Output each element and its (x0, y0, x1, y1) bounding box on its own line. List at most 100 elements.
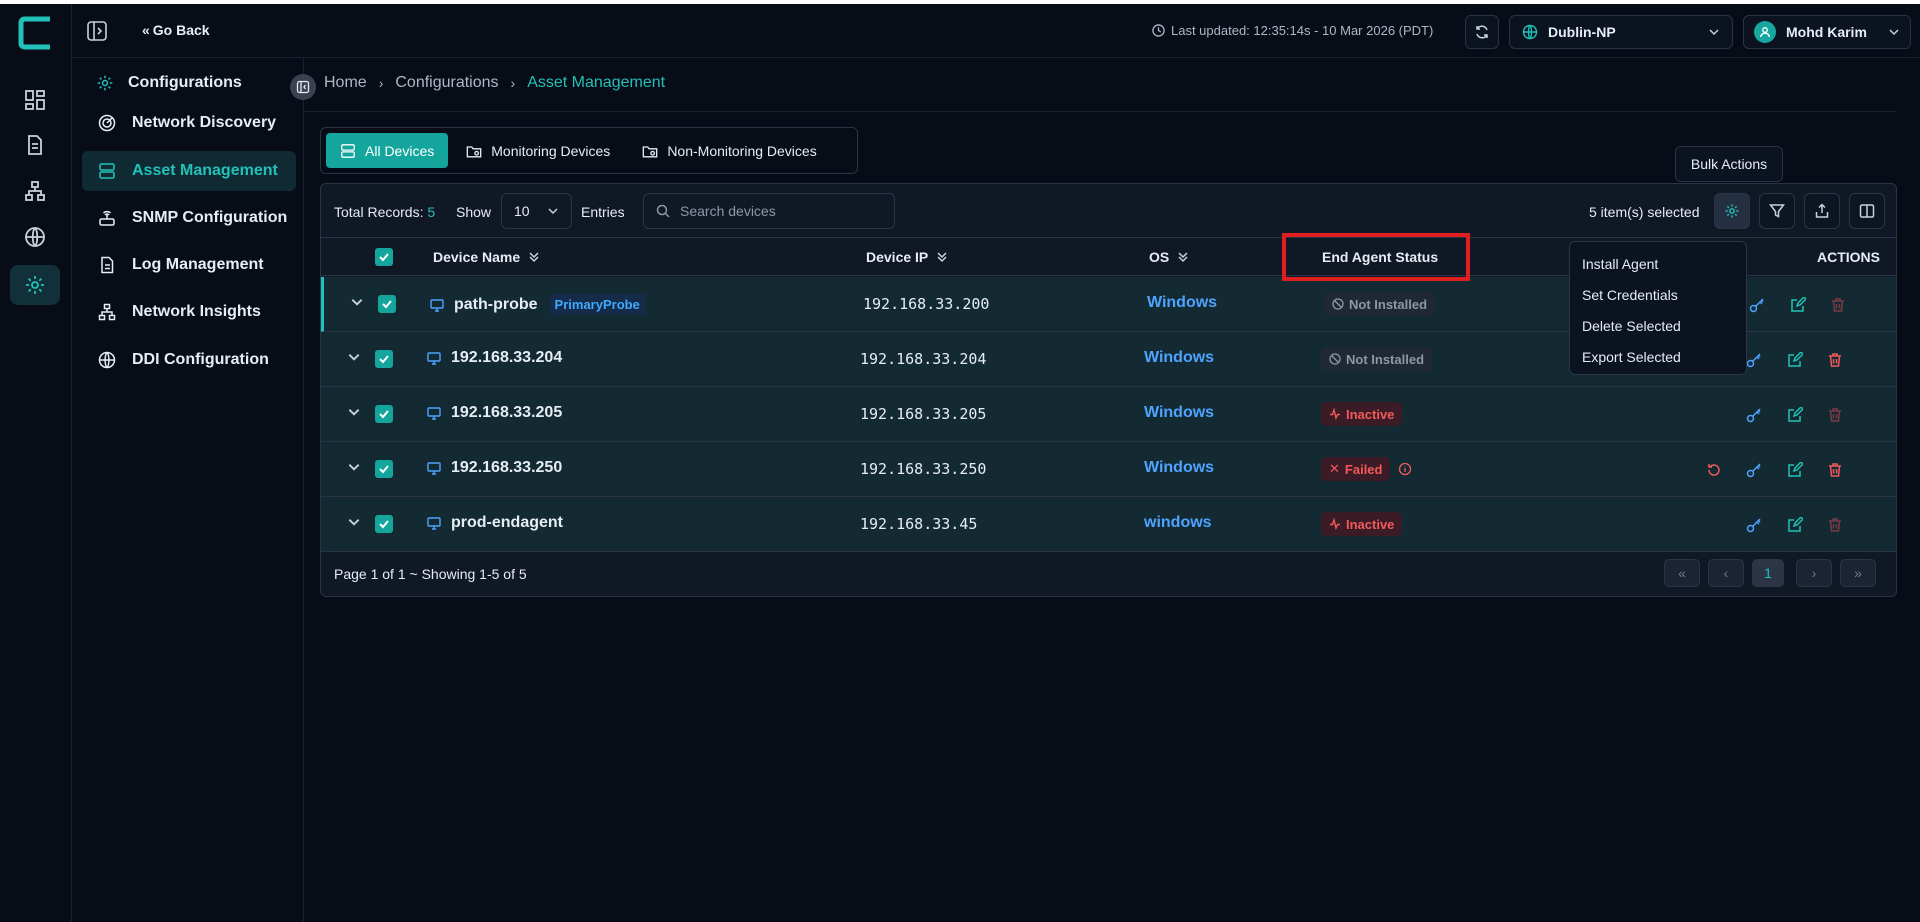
edit-icon[interactable] (1782, 347, 1808, 373)
table-row[interactable]: 192.168.33.250 192.168.33.250 Windows ✕ … (321, 442, 1896, 497)
chevron-down-icon[interactable] (347, 350, 361, 364)
document-icon[interactable] (10, 125, 60, 165)
ban-icon (1329, 353, 1341, 365)
next-page-button[interactable]: › (1796, 559, 1832, 587)
info-icon[interactable] (1398, 462, 1412, 476)
device-os[interactable]: Windows (1144, 349, 1214, 367)
column-label: ACTIONS (1817, 249, 1880, 265)
activity-icon (1330, 518, 1340, 530)
first-page-button[interactable]: « (1664, 559, 1700, 587)
table-row[interactable]: prod-endagent 192.168.33.45 windows Inac… (321, 497, 1896, 552)
table-footer: Page 1 of 1 ~ Showing 1-5 of 5 « ‹ 1 › » (321, 551, 1896, 596)
sidebar-collapse-icon (296, 80, 310, 94)
device-os[interactable]: windows (1144, 514, 1212, 532)
sidebar-item-log-management[interactable]: Log Management (82, 245, 296, 285)
network-topology-icon[interactable] (10, 171, 60, 211)
icon-rail (0, 4, 72, 922)
column-device-ip[interactable]: Device IP (866, 249, 948, 265)
chevron-down-icon[interactable] (350, 295, 364, 309)
edit-icon[interactable] (1782, 402, 1808, 428)
prev-page-button[interactable]: ‹ (1708, 559, 1744, 587)
row-checkbox[interactable] (375, 350, 393, 368)
delete-icon[interactable] (1822, 347, 1848, 373)
delete-icon[interactable] (1822, 402, 1848, 428)
bulk-actions-button[interactable] (1714, 193, 1750, 229)
page-number-button[interactable]: 1 (1752, 559, 1784, 587)
breadcrumb-home[interactable]: Home (324, 74, 367, 92)
device-os[interactable]: Windows (1144, 404, 1214, 422)
menu-item-delete-selected[interactable]: Delete Selected (1570, 310, 1746, 341)
go-back-link[interactable]: « Go Back (142, 22, 210, 38)
key-icon[interactable] (1741, 512, 1767, 538)
user-menu[interactable]: Mohd Karim (1743, 15, 1911, 49)
refresh-button[interactable] (1465, 15, 1499, 49)
device-ip: 192.168.33.45 (860, 515, 978, 533)
menu-item-export-selected[interactable]: Export Selected (1570, 341, 1746, 372)
breadcrumb-configurations[interactable]: Configurations (395, 74, 498, 92)
key-icon[interactable] (1741, 457, 1767, 483)
router-icon (99, 210, 115, 226)
entries-per-page-select[interactable]: 10 (501, 193, 572, 229)
edit-icon[interactable] (1782, 512, 1808, 538)
device-os[interactable]: Windows (1147, 294, 1217, 312)
column-os[interactable]: OS (1149, 249, 1189, 265)
filter-button[interactable] (1759, 193, 1795, 229)
check-icon (379, 253, 389, 262)
key-icon[interactable] (1744, 292, 1770, 318)
delete-icon[interactable] (1825, 292, 1851, 318)
export-button[interactable] (1804, 193, 1840, 229)
delete-icon[interactable] (1822, 512, 1848, 538)
sort-icon (1178, 252, 1188, 263)
tab-all-devices[interactable]: All Devices (326, 133, 449, 168)
chevron-down-icon[interactable] (347, 405, 361, 419)
last-page-button[interactable]: » (1840, 559, 1876, 587)
row-checkbox[interactable] (375, 405, 393, 423)
device-name-cell: 192.168.33.250 (427, 459, 562, 477)
edit-icon[interactable] (1782, 457, 1808, 483)
dashboard-icon[interactable] (10, 80, 60, 120)
globe-icon[interactable] (10, 217, 60, 257)
check-icon (379, 520, 389, 529)
sidebar-item-network-insights[interactable]: Network Insights (82, 292, 296, 332)
sidebar-title-label: Configurations (128, 74, 242, 91)
menu-item-install-agent[interactable]: Install Agent (1570, 248, 1746, 279)
column-label: Device Name (433, 249, 521, 265)
sidebar-item-snmp-configuration[interactable]: SNMP Configuration (82, 198, 296, 238)
location-select[interactable]: Dublin-NP (1509, 15, 1733, 49)
ban-icon (1332, 298, 1344, 310)
panel-toggle-icon[interactable] (86, 20, 110, 44)
network-icon (98, 303, 116, 321)
edit-icon[interactable] (1785, 292, 1811, 318)
columns-button[interactable] (1849, 193, 1885, 229)
device-name: 192.168.33.250 (451, 459, 563, 476)
sidebar-item-asset-management[interactable]: Asset Management (82, 151, 296, 191)
sidebar-item-network-discovery[interactable]: Network Discovery (82, 103, 296, 143)
breadcrumb-current: Asset Management (527, 74, 666, 91)
device-os[interactable]: Windows (1144, 459, 1214, 477)
chevron-down-icon[interactable] (347, 515, 361, 529)
row-checkbox[interactable] (375, 515, 393, 533)
tab-non-monitoring-devices[interactable]: Non-Monitoring Devices (628, 133, 830, 168)
menu-item-set-credentials[interactable]: Set Credentials (1570, 279, 1746, 310)
chevron-down-icon (1889, 29, 1899, 36)
status-label: Failed (1344, 461, 1383, 477)
chevron-down-icon[interactable] (347, 460, 361, 474)
status-badge: Inactive (1321, 402, 1403, 426)
divider (304, 111, 1896, 112)
delete-icon[interactable] (1822, 457, 1848, 483)
sidebar-item-ddi-configuration[interactable]: DDI Configuration (82, 340, 296, 380)
selected-count: 5 item(s) selected (1589, 204, 1700, 220)
table-row[interactable]: 192.168.33.205 192.168.33.205 Windows In… (321, 387, 1896, 442)
row-checkbox[interactable] (375, 460, 393, 478)
config-sidebar: Configurations Network Discovery Asset M… (72, 58, 304, 922)
select-all-checkbox[interactable] (375, 248, 393, 266)
tab-monitoring-devices[interactable]: Monitoring Devices (452, 133, 624, 168)
settings-icon[interactable] (10, 265, 60, 305)
sidebar-collapse-toggle[interactable] (290, 74, 316, 100)
device-name-cell: 192.168.33.205 (427, 404, 562, 422)
row-checkbox[interactable] (378, 295, 396, 313)
search-input[interactable] (680, 203, 880, 219)
key-icon[interactable] (1741, 402, 1767, 428)
column-device-name[interactable]: Device Name (433, 249, 540, 265)
retry-icon[interactable] (1701, 457, 1727, 483)
